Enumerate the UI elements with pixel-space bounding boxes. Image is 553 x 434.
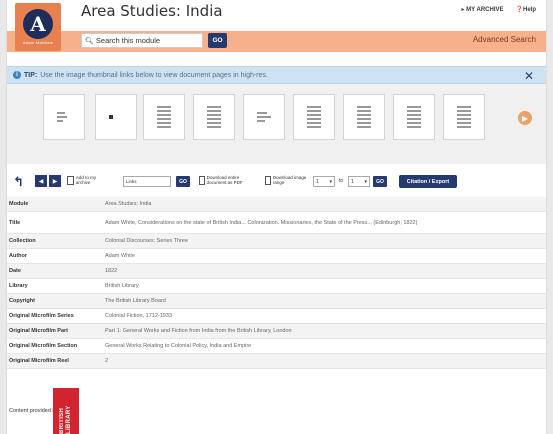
range-to-value: 1 bbox=[351, 178, 354, 185]
page-thumbnail[interactable] bbox=[243, 94, 285, 140]
content-provided-label: Content provided by bbox=[9, 408, 59, 414]
help-link[interactable]: ❓Help bbox=[516, 6, 537, 13]
table-row: Library British Library bbox=[7, 279, 546, 294]
search-go-button[interactable]: GO bbox=[208, 33, 227, 48]
row-value: Area Studies: India bbox=[105, 201, 152, 207]
british-library-logo-text: BRITISH LIBRARY bbox=[59, 405, 72, 434]
my-archive-label: MY ARCHIVE bbox=[466, 7, 504, 13]
row-value: General Works Relating to Colonial Polic… bbox=[105, 343, 252, 349]
document-toolbar: ↰ ◀ ▶ Add to my archive Links GO Downloa… bbox=[7, 172, 546, 192]
table-row: Original Microfilm Section General Works … bbox=[7, 339, 546, 354]
row-value: Colonial Discourses: Series Three bbox=[105, 238, 189, 244]
row-label: Module bbox=[9, 201, 29, 207]
page-thumbnail[interactable] bbox=[293, 94, 335, 140]
download-range-label: Download image range bbox=[272, 175, 307, 185]
page-thumbnail[interactable] bbox=[193, 94, 235, 140]
download-range-label-group: Download image range bbox=[265, 175, 309, 185]
row-label: Original Microfilm Reel bbox=[9, 358, 69, 364]
download-pdf-label: Download entire document as PDF bbox=[206, 175, 243, 185]
advanced-search-link[interactable]: Advanced Search bbox=[473, 35, 536, 44]
row-label: Title bbox=[9, 219, 21, 226]
range-to-select[interactable]: 1 ▾ bbox=[348, 176, 370, 187]
table-row: Original Microfilm Reel 2 bbox=[7, 354, 546, 369]
tip-bar: i TIP: Use the image thumbnail links bel… bbox=[7, 66, 546, 84]
row-value: Adam White bbox=[105, 253, 135, 259]
chevron-down-icon: ▾ bbox=[364, 178, 367, 185]
add-archive-label: Add to my archive bbox=[75, 175, 97, 185]
help-icon: ❓ bbox=[515, 7, 523, 13]
page-title: Area Studies: India bbox=[81, 2, 223, 20]
row-label: Original Microfilm Part bbox=[9, 328, 68, 334]
range-from-select[interactable]: 1 ▾ bbox=[313, 176, 335, 187]
back-arrow-icon[interactable]: ↰ bbox=[13, 174, 24, 190]
range-to-label: to bbox=[339, 178, 344, 184]
tip-text: Use the image thumbnail links below to v… bbox=[40, 71, 268, 79]
table-row: Collection Colonial Discourses: Series Th… bbox=[7, 234, 546, 249]
row-value: Colonial Fiction, 1712-1933 bbox=[105, 313, 172, 319]
my-archive-link[interactable]: ▸ MY ARCHIVE bbox=[461, 6, 503, 13]
row-value: Adam White, Considerations on the state … bbox=[105, 219, 418, 226]
logo-letter: A bbox=[23, 9, 53, 39]
top-links: ▸ MY ARCHIVE ❓Help bbox=[461, 6, 536, 13]
row-label: Original Microfilm Series bbox=[9, 313, 74, 319]
row-value: 2 bbox=[105, 358, 109, 364]
next-page-button[interactable]: ▶ bbox=[49, 175, 61, 187]
add-to-archive-button[interactable]: Add to my archive bbox=[67, 175, 111, 185]
row-value: Part 1: General Works and Fiction from I… bbox=[105, 328, 292, 334]
table-row: Module Area Studies: India bbox=[7, 197, 546, 212]
page-thumbnail[interactable] bbox=[143, 94, 185, 140]
table-row: Title Adam White, Considerations on the s… bbox=[7, 212, 546, 234]
pdf-icon bbox=[199, 175, 205, 185]
row-value: British Library bbox=[105, 283, 139, 289]
thumbnail-strip: ▶ bbox=[7, 84, 546, 164]
row-label: Library bbox=[9, 283, 28, 289]
row-value: The British Library Board bbox=[105, 298, 166, 304]
document-icon bbox=[67, 175, 74, 185]
range-go-button[interactable]: GO bbox=[373, 176, 387, 187]
page-thumbnail[interactable] bbox=[95, 94, 137, 140]
search-input[interactable]: 🔍︎ Search this module bbox=[81, 33, 203, 48]
header: A Adam Matthew Area Studies: India ▸ MY … bbox=[7, 0, 546, 58]
table-row: Author Adam White bbox=[7, 249, 546, 264]
previous-page-button[interactable]: ◀ bbox=[35, 175, 47, 187]
logo-text: Adam Matthew bbox=[22, 40, 54, 45]
chevron-right-icon[interactable]: ▶ bbox=[518, 111, 532, 125]
row-label: Copyright bbox=[9, 298, 35, 304]
search-icon: 🔍︎ bbox=[85, 37, 94, 45]
tip-label: TIP: bbox=[24, 71, 38, 79]
page-thumbnail[interactable] bbox=[343, 94, 385, 140]
row-label: Collection bbox=[9, 238, 36, 244]
range-from-value: 1 bbox=[316, 178, 319, 185]
citation-export-button[interactable]: Citation / Export bbox=[399, 175, 457, 188]
page-go-button[interactable]: GO bbox=[176, 176, 190, 187]
page: A Adam Matthew Area Studies: India ▸ MY … bbox=[6, 0, 547, 434]
download-icon bbox=[265, 175, 271, 185]
row-label: Author bbox=[9, 253, 28, 259]
page-input[interactable]: Links bbox=[123, 176, 171, 187]
page-thumbnail[interactable] bbox=[443, 94, 485, 140]
page-thumbnail[interactable] bbox=[43, 94, 85, 140]
help-label: Help bbox=[522, 7, 536, 13]
row-label: Date bbox=[9, 268, 21, 274]
table-row: Original Microfilm Series Colonial Fictio… bbox=[7, 309, 546, 324]
info-icon: i bbox=[13, 71, 21, 79]
page-thumbnail[interactable] bbox=[393, 94, 435, 140]
metadata-table: Module Area Studies: India Title Adam Whit… bbox=[7, 197, 546, 369]
british-library-logo[interactable]: BRITISH LIBRARY bbox=[53, 388, 79, 434]
table-row: Date 1822 bbox=[7, 264, 546, 279]
search-placeholder: Search this module bbox=[95, 36, 161, 45]
site-logo[interactable]: A Adam Matthew bbox=[15, 3, 61, 51]
close-icon[interactable]: ✕ bbox=[524, 69, 534, 83]
table-row: Copyright The British Library Board bbox=[7, 294, 546, 309]
table-row: Original Microfilm Part Part 1: General W… bbox=[7, 324, 546, 339]
row-value: 1822 bbox=[105, 268, 118, 274]
row-label: Original Microfilm Section bbox=[9, 343, 78, 349]
download-pdf-button[interactable]: Download entire document as PDF bbox=[199, 175, 257, 185]
chevron-down-icon: ▾ bbox=[329, 178, 332, 185]
